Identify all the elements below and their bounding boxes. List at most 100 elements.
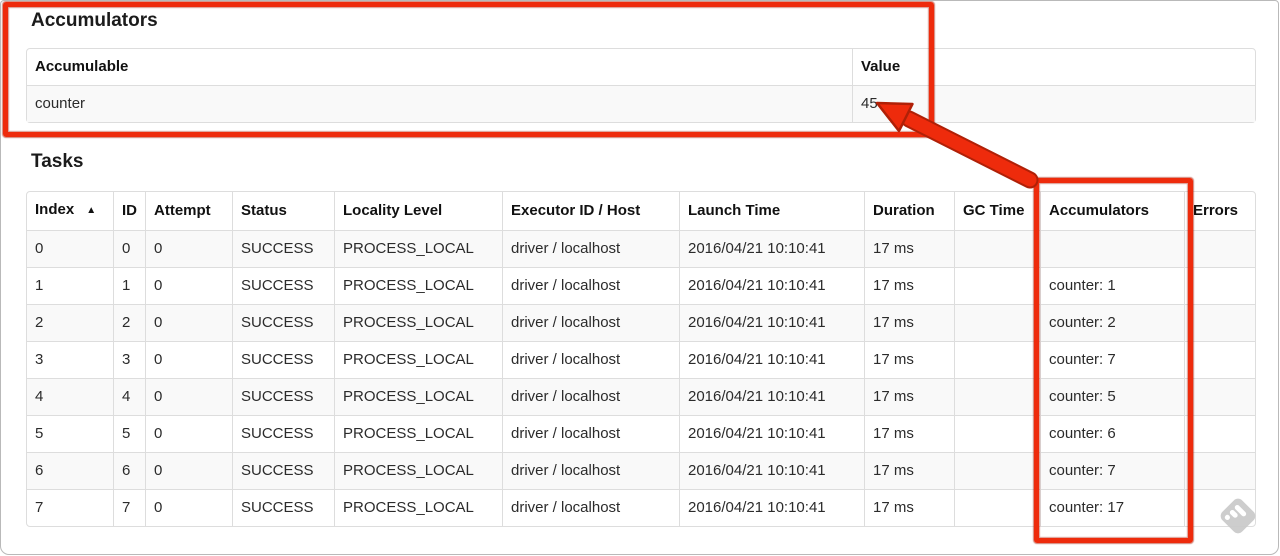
cell-id: 5 — [113, 415, 145, 452]
table-row: 4 4 0 SUCCESS PROCESS_LOCAL driver / localhos… — [27, 378, 1255, 415]
cell-executor: driver / localhost — [502, 230, 679, 267]
cell-duration: 17 ms — [864, 415, 954, 452]
tasks-table-header-row: Index ▲ ID Attempt Status Locality Level … — [27, 192, 1255, 230]
cell-errors — [1184, 341, 1255, 378]
cell-status: SUCCESS — [232, 267, 334, 304]
cell-accumulators — [1040, 230, 1184, 267]
column-header-id[interactable]: ID — [113, 192, 145, 230]
accumulable-table-header-row: Accumulable Value — [27, 49, 1255, 85]
cell-executor: driver / localhost — [502, 304, 679, 341]
cell-gc — [954, 230, 1040, 267]
cell-executor: driver / localhost — [502, 415, 679, 452]
column-header-attempt[interactable]: Attempt — [145, 192, 232, 230]
cell-errors — [1184, 415, 1255, 452]
tasks-table: Index ▲ ID Attempt Status Locality Level … — [26, 191, 1256, 527]
cell-errors — [1184, 230, 1255, 267]
cell-attempt: 0 — [145, 452, 232, 489]
cell-status: SUCCESS — [232, 341, 334, 378]
cell-executor: driver / localhost — [502, 452, 679, 489]
cell-accumulators: counter: 1 — [1040, 267, 1184, 304]
cell-launch: 2016/04/21 10:10:41 — [679, 415, 864, 452]
cell-index: 3 — [27, 341, 113, 378]
cell-index: 6 — [27, 452, 113, 489]
cell-gc — [954, 267, 1040, 304]
cell-locality: PROCESS_LOCAL — [334, 230, 502, 267]
cell-id: 1 — [113, 267, 145, 304]
cell-launch: 2016/04/21 10:10:41 — [679, 489, 864, 526]
cell-status: SUCCESS — [232, 489, 334, 526]
table-row: 7 7 0 SUCCESS PROCESS_LOCAL driver / localhos… — [27, 489, 1255, 526]
cell-attempt: 0 — [145, 341, 232, 378]
table-row: 5 5 0 SUCCESS PROCESS_LOCAL driver / localhos… — [27, 415, 1255, 452]
cell-attempt: 0 — [145, 489, 232, 526]
cell-gc — [954, 304, 1040, 341]
cell-locality: PROCESS_LOCAL — [334, 415, 502, 452]
cell-locality: PROCESS_LOCAL — [334, 304, 502, 341]
cell-status: SUCCESS — [232, 378, 334, 415]
cell-id: 2 — [113, 304, 145, 341]
column-header-index[interactable]: Index ▲ — [27, 192, 113, 230]
cell-attempt: 0 — [145, 267, 232, 304]
table-row: counter 45 — [27, 85, 1255, 122]
cell-accumulators: counter: 6 — [1040, 415, 1184, 452]
cell-id: 3 — [113, 341, 145, 378]
column-header-duration[interactable]: Duration — [864, 192, 954, 230]
cell-launch: 2016/04/21 10:10:41 — [679, 304, 864, 341]
cell-errors — [1184, 452, 1255, 489]
tasks-table-body: 0 0 0 SUCCESS PROCESS_LOCAL driver / localhos… — [27, 230, 1255, 526]
column-header-locality-level[interactable]: Locality Level — [334, 192, 502, 230]
cell-accumulators: counter: 7 — [1040, 341, 1184, 378]
cell-status: SUCCESS — [232, 230, 334, 267]
cell-launch: 2016/04/21 10:10:41 — [679, 230, 864, 267]
cell-gc — [954, 415, 1040, 452]
column-header-executor-id-host[interactable]: Executor ID / Host — [502, 192, 679, 230]
cell-gc — [954, 452, 1040, 489]
cell-duration: 17 ms — [864, 304, 954, 341]
cell-locality: PROCESS_LOCAL — [334, 452, 502, 489]
cell-accumulators: counter: 7 — [1040, 452, 1184, 489]
cell-locality: PROCESS_LOCAL — [334, 489, 502, 526]
cell-attempt: 0 — [145, 378, 232, 415]
tasks-section-heading: Tasks — [31, 151, 84, 172]
cell-value: 45 — [852, 85, 1255, 122]
table-row: 1 1 0 SUCCESS PROCESS_LOCAL driver / localhos… — [27, 267, 1255, 304]
cell-index: 0 — [27, 230, 113, 267]
table-row: 3 3 0 SUCCESS PROCESS_LOCAL driver / localhos… — [27, 341, 1255, 378]
table-row: 6 6 0 SUCCESS PROCESS_LOCAL driver / localhos… — [27, 452, 1255, 489]
column-header-gc-time[interactable]: GC Time — [954, 192, 1040, 230]
cell-locality: PROCESS_LOCAL — [334, 267, 502, 304]
table-row: 0 0 0 SUCCESS PROCESS_LOCAL driver / localhos… — [27, 230, 1255, 267]
cell-duration: 17 ms — [864, 341, 954, 378]
cell-duration: 17 ms — [864, 452, 954, 489]
column-header-errors[interactable]: Errors — [1184, 192, 1255, 230]
cell-errors — [1184, 304, 1255, 341]
cell-locality: PROCESS_LOCAL — [334, 378, 502, 415]
cell-id: 7 — [113, 489, 145, 526]
column-header-accumulators[interactable]: Accumulators — [1040, 192, 1184, 230]
cell-index: 7 — [27, 489, 113, 526]
cell-launch: 2016/04/21 10:10:41 — [679, 341, 864, 378]
accumulable-table: Accumulable Value counter 45 — [26, 48, 1256, 123]
cell-index: 1 — [27, 267, 113, 304]
cell-launch: 2016/04/21 10:10:41 — [679, 452, 864, 489]
cell-duration: 17 ms — [864, 378, 954, 415]
cell-id: 0 — [113, 230, 145, 267]
cell-accumulable: counter — [27, 85, 852, 122]
cell-errors — [1184, 378, 1255, 415]
accumulable-table-body: counter 45 — [27, 85, 1255, 122]
cell-index: 2 — [27, 304, 113, 341]
cell-index: 5 — [27, 415, 113, 452]
cell-attempt: 0 — [145, 415, 232, 452]
cell-id: 4 — [113, 378, 145, 415]
cell-gc — [954, 489, 1040, 526]
cell-duration: 17 ms — [864, 230, 954, 267]
column-header-launch-time[interactable]: Launch Time — [679, 192, 864, 230]
column-header-value: Value — [852, 49, 1255, 85]
table-row: 2 2 0 SUCCESS PROCESS_LOCAL driver / localhos… — [27, 304, 1255, 341]
cell-executor: driver / localhost — [502, 341, 679, 378]
column-header-accumulable: Accumulable — [35, 58, 129, 75]
cell-accumulators: counter: 2 — [1040, 304, 1184, 341]
cell-attempt: 0 — [145, 230, 232, 267]
column-header-status[interactable]: Status — [232, 192, 334, 230]
cell-duration: 17 ms — [864, 489, 954, 526]
